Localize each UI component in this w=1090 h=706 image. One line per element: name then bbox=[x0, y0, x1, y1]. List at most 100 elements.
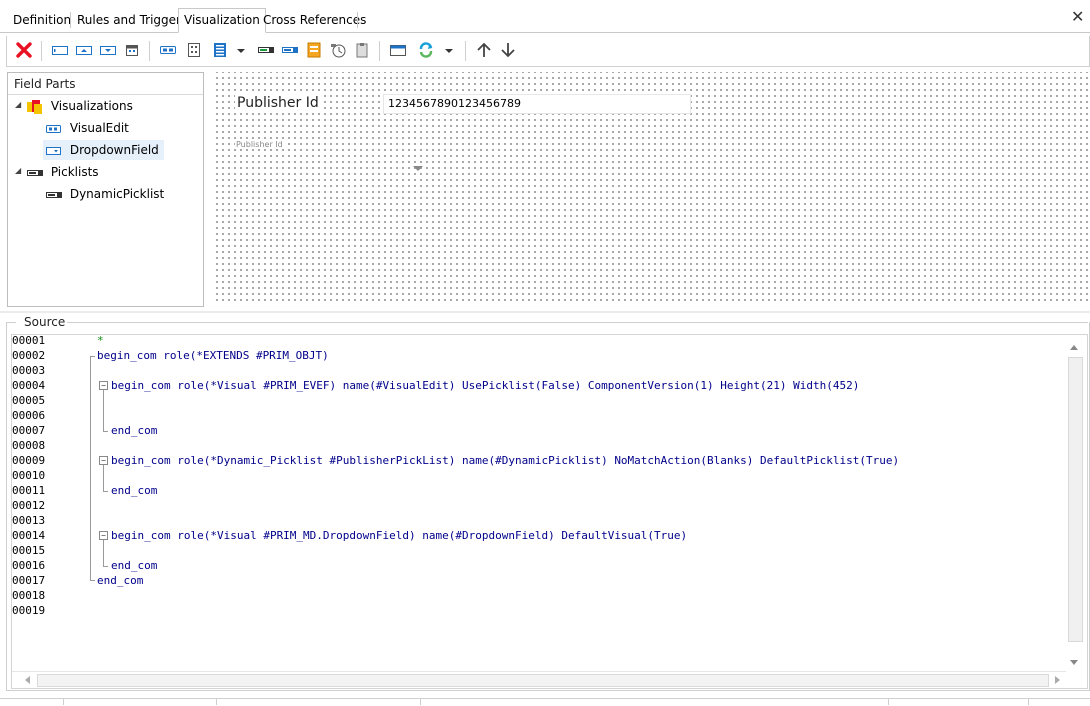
spin-edit-icon[interactable] bbox=[185, 41, 203, 59]
tab-visualization[interactable]: Visualization bbox=[178, 8, 266, 33]
collapse-arrow-icon[interactable]: ◢ bbox=[15, 100, 21, 109]
status-divider bbox=[63, 699, 64, 705]
field-left-label-icon[interactable] bbox=[51, 41, 69, 59]
toolbar-separator bbox=[41, 41, 42, 61]
line-number: 00017 bbox=[12, 574, 46, 587]
line-number: 00001 bbox=[12, 334, 46, 347]
move-down-icon[interactable] bbox=[499, 41, 517, 59]
picklist-icon[interactable] bbox=[257, 41, 275, 59]
fold-toggle-icon[interactable]: − bbox=[99, 456, 108, 465]
source-title: Source bbox=[22, 315, 68, 329]
groupbox-border bbox=[6, 322, 16, 323]
tab-separator bbox=[70, 12, 71, 28]
chevron-down-icon[interactable] bbox=[413, 166, 423, 171]
collapse-arrow-icon[interactable]: ◢ bbox=[15, 166, 21, 175]
outline-guide bbox=[90, 356, 91, 580]
tree-node-label: Visualizations bbox=[50, 99, 133, 113]
tree-node-dropdownfield[interactable]: DropdownField bbox=[43, 140, 164, 160]
field-right-label-icon[interactable] bbox=[99, 41, 117, 59]
scroll-right-icon[interactable] bbox=[1055, 676, 1060, 684]
dropdown-arrow-icon[interactable] bbox=[443, 41, 455, 59]
tree-node-visualizations[interactable]: Visualizations bbox=[26, 96, 133, 116]
dynamic-picklist-icon[interactable] bbox=[281, 41, 299, 59]
outline-guide bbox=[103, 566, 108, 567]
clipboard-icon[interactable] bbox=[353, 41, 371, 59]
move-up-icon[interactable] bbox=[475, 41, 493, 59]
tree-node-label: DynamicPicklist bbox=[69, 187, 165, 201]
code-line: end_com bbox=[97, 574, 144, 587]
groupbox-border bbox=[64, 322, 1088, 323]
line-number: 00019 bbox=[12, 604, 46, 617]
dropdown-field-label: Publisher Id bbox=[235, 140, 284, 149]
code-line: begin_com role(*Visual #PRIM_MD.Dropdown… bbox=[111, 529, 688, 542]
publisher-id-label: Publisher Id bbox=[235, 95, 321, 111]
horizontal-scroll-thumb[interactable] bbox=[37, 674, 1049, 687]
outline-guide bbox=[103, 491, 108, 492]
line-number: 00010 bbox=[12, 469, 46, 482]
status-divider bbox=[216, 699, 217, 705]
list-icon[interactable] bbox=[211, 41, 229, 59]
visualizations-icon bbox=[27, 99, 42, 114]
line-number: 00014 bbox=[12, 529, 46, 542]
fold-toggle-icon[interactable]: − bbox=[99, 531, 108, 540]
close-icon[interactable]: ✕ bbox=[1071, 9, 1084, 25]
tab-definition[interactable]: Definition bbox=[8, 9, 76, 31]
tree-node-label: Picklists bbox=[50, 165, 99, 179]
field-parts-panel: Field Parts ◢ Visualizations VisualEdit … bbox=[7, 72, 204, 307]
publisher-id-field[interactable]: 1234567890123456789 bbox=[383, 94, 691, 114]
tree-node-picklists[interactable]: Picklists bbox=[26, 162, 99, 182]
line-number: 00003 bbox=[12, 364, 46, 377]
outline-guide bbox=[103, 465, 104, 491]
scroll-up-icon[interactable] bbox=[1070, 345, 1078, 350]
visual-edit-icon bbox=[46, 124, 61, 133]
outline-guide bbox=[103, 431, 108, 432]
tab-bar: Definition Rules and Triggers Visualizat… bbox=[0, 6, 1090, 33]
field-top-label-icon[interactable] bbox=[75, 41, 93, 59]
visual-edit-icon[interactable] bbox=[159, 41, 177, 59]
tab-cross-references[interactable]: Cross References bbox=[258, 9, 371, 31]
code-line: end_com bbox=[111, 559, 158, 572]
outline-guide bbox=[103, 540, 104, 566]
panel-icon[interactable] bbox=[389, 41, 407, 59]
fold-toggle-icon[interactable]: − bbox=[99, 381, 108, 390]
image-icon[interactable] bbox=[305, 41, 323, 59]
status-divider bbox=[1028, 699, 1029, 705]
line-number: 00018 bbox=[12, 589, 46, 602]
line-number: 00015 bbox=[12, 544, 46, 557]
line-number: 00007 bbox=[12, 424, 46, 437]
splitter[interactable] bbox=[0, 311, 1090, 313]
code-line: end_com bbox=[111, 424, 158, 437]
calendar-field-icon[interactable] bbox=[123, 41, 141, 59]
tree-node-label: VisualEdit bbox=[69, 121, 129, 135]
picklists-icon bbox=[27, 169, 43, 176]
tab-rules-and-triggers[interactable]: Rules and Triggers bbox=[72, 9, 192, 31]
code-line: * bbox=[97, 334, 104, 347]
toolbar-separator bbox=[379, 41, 380, 61]
code-line: end_com bbox=[111, 484, 158, 497]
delete-icon[interactable] bbox=[15, 41, 33, 59]
outline-guide bbox=[90, 580, 95, 581]
timer-icon[interactable] bbox=[329, 41, 347, 59]
refresh-icon[interactable] bbox=[417, 41, 435, 59]
code-line: begin_com role(*EXTENDS #PRIM_OBJT) bbox=[97, 349, 329, 362]
dropdown-field-icon bbox=[46, 146, 61, 155]
code-line: begin_com role(*Dynamic_Picklist #Publis… bbox=[111, 454, 900, 467]
vertical-scroll-thumb[interactable] bbox=[1068, 357, 1083, 642]
scroll-down-icon[interactable] bbox=[1070, 660, 1078, 665]
dropdown-arrow-icon[interactable] bbox=[235, 41, 247, 59]
tab-separator bbox=[357, 12, 358, 28]
line-number: 00011 bbox=[12, 484, 46, 497]
line-number: 00008 bbox=[12, 439, 46, 452]
tree-node-visualedit[interactable]: VisualEdit bbox=[45, 118, 129, 138]
divider bbox=[8, 94, 203, 95]
status-divider bbox=[420, 699, 421, 705]
line-number: 00013 bbox=[12, 514, 46, 527]
scroll-left-icon[interactable] bbox=[25, 676, 30, 684]
status-divider bbox=[888, 699, 889, 705]
tree-node-dynamicpicklist[interactable]: DynamicPicklist bbox=[45, 184, 164, 204]
toolbar-separator bbox=[149, 41, 150, 61]
line-number: 00012 bbox=[12, 499, 46, 512]
line-number: 00016 bbox=[12, 559, 46, 572]
dynamic-picklist-icon bbox=[46, 191, 62, 198]
tree-node-label: DropdownField bbox=[69, 143, 159, 157]
